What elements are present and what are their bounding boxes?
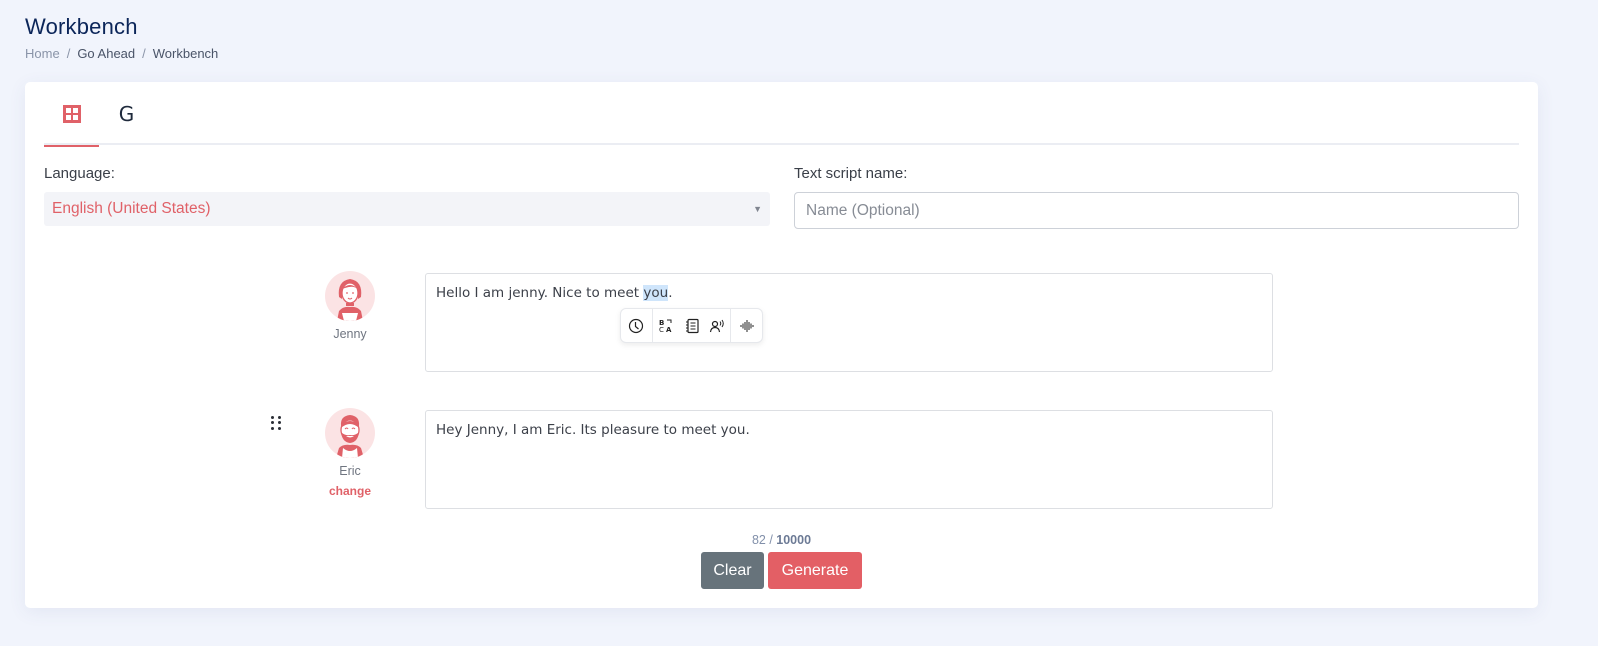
language-label: Language: xyxy=(44,165,115,182)
language-select[interactable]: English (United States) ▼ xyxy=(44,192,770,226)
list-document-icon xyxy=(685,318,699,333)
tab-grid[interactable] xyxy=(44,82,99,147)
breadcrumb-home[interactable]: Home xyxy=(25,46,60,61)
change-voice-link[interactable]: change xyxy=(310,484,390,498)
page-header: Workbench Home / Go Ahead / Workbench xyxy=(25,14,218,61)
dialogue-text: Hello I am jenny. Nice to meet xyxy=(436,285,644,301)
speaker-name: Eric xyxy=(339,464,361,478)
selected-text: you xyxy=(643,285,669,301)
dialogue-text-eric[interactable]: Hey Jenny, I am Eric. Its pleasure to me… xyxy=(425,410,1273,509)
tab-g[interactable]: G xyxy=(99,82,154,145)
clear-button[interactable]: Clear xyxy=(701,552,764,589)
speaker-voice-icon xyxy=(710,319,725,332)
audio-button[interactable] xyxy=(731,309,762,342)
breadcrumb: Home / Go Ahead / Workbench xyxy=(25,46,218,61)
female-avatar[interactable] xyxy=(325,271,375,321)
phoneme-button[interactable] xyxy=(679,309,705,342)
script-name-input[interactable] xyxy=(794,192,1519,229)
language-value: English (United States) xyxy=(52,200,211,217)
g-letter-icon: G xyxy=(118,101,135,126)
caret-down-icon: ▼ xyxy=(753,204,762,214)
svg-text:C: C xyxy=(659,326,664,334)
breadcrumb-current: Workbench xyxy=(152,46,219,61)
breadcrumb-go-ahead[interactable]: Go Ahead xyxy=(77,46,135,61)
drag-handle[interactable] xyxy=(271,416,283,430)
dialogue-text: . xyxy=(668,285,673,301)
character-count-used: 82 xyxy=(751,533,766,547)
dialogue-text-jenny[interactable]: Hello I am jenny. Nice to meet you. xyxy=(425,273,1273,372)
script-name-label: Text script name: xyxy=(794,165,908,182)
tab-bar: G xyxy=(44,82,1519,147)
svg-text:A: A xyxy=(666,326,672,334)
waveform-icon xyxy=(740,319,754,332)
counter-separator: / xyxy=(765,533,777,547)
grid-icon xyxy=(62,104,81,123)
page-title: Workbench xyxy=(25,14,138,39)
clock-pause-icon xyxy=(629,318,644,333)
speaker-eric: Eric change xyxy=(310,408,390,498)
character-count-max: 10000 xyxy=(776,533,812,547)
generate-button[interactable]: Generate xyxy=(768,552,862,589)
breadcrumb-separator: / xyxy=(66,46,71,61)
selection-toolbar: BAC xyxy=(620,308,763,343)
speaker-jenny: Jenny xyxy=(310,271,390,341)
say-as-button[interactable]: BAC xyxy=(653,309,679,342)
action-buttons: Clear Generate xyxy=(701,552,862,589)
voice-button[interactable] xyxy=(704,309,730,342)
breadcrumb-separator: / xyxy=(142,46,146,61)
workbench-card: G Language: English (United States) ▼ Te… xyxy=(25,82,1538,608)
translate-icon: BAC xyxy=(659,319,672,334)
male-avatar[interactable] xyxy=(325,408,375,458)
character-counter: 82 / 10000 xyxy=(25,533,1538,547)
speaker-name: Jenny xyxy=(333,327,367,341)
pause-button[interactable] xyxy=(621,309,652,342)
